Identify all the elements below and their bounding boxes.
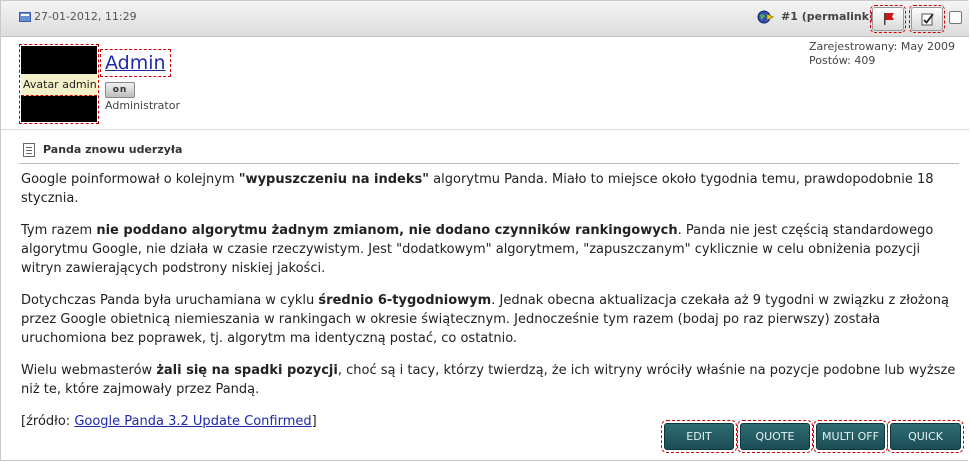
post-header: 27-01-2012, 11:29 #1 (permalink) xyxy=(1,1,969,37)
paragraph-1: Google poinformował o kolejnym "wypuszcz… xyxy=(21,170,961,208)
bold-text: "wypuszczeniu na indeks" xyxy=(238,172,430,187)
paragraph-4: Wielu webmasterów żali się na spadki poz… xyxy=(21,361,961,399)
user-registered: Zarejestrowany: May 2009 xyxy=(809,40,956,53)
post-date: 27-01-2012, 11:29 xyxy=(34,10,137,23)
text: Google poinformował o kolejnym xyxy=(21,172,239,187)
quick-reply-button[interactable]: QUICK xyxy=(887,420,964,453)
report-post-button[interactable] xyxy=(870,5,906,33)
post-number: #1 xyxy=(781,10,798,23)
post-title: Panda znowu uderzyła xyxy=(43,143,183,156)
avatar-alt-text: Avatar admin xyxy=(21,74,97,96)
text: Dotychczas Panda była uruchamiana w cykl… xyxy=(21,293,319,308)
username-link[interactable]: Admin xyxy=(100,49,171,77)
bold-text: nie poddano algorytmu żadnym zmianom, ni… xyxy=(96,223,678,238)
text: [źródło: xyxy=(21,414,75,429)
paragraph-3: Dotychczas Panda była uruchamiana w cykl… xyxy=(21,291,961,348)
post-content: Google poinformował o kolejnym "wypuszcz… xyxy=(21,170,961,444)
permalink-globe-icon xyxy=(757,10,774,24)
forum-post: 27-01-2012, 11:29 #1 (permalink) Avatar … xyxy=(0,0,969,461)
edit-button[interactable]: EDIT xyxy=(661,420,737,453)
user-info: Avatar admin Admin on Administrator Zare… xyxy=(1,38,969,130)
permalink-link[interactable]: #1 (permalink) xyxy=(781,10,874,23)
edit-check-icon xyxy=(921,13,934,26)
online-status-badge: on xyxy=(105,82,135,98)
moderate-post-button[interactable] xyxy=(909,5,945,33)
document-icon xyxy=(23,143,35,157)
user-stats: Zarejestrowany: May 2009 Postów: 409 xyxy=(809,40,969,68)
quote-button[interactable]: QUOTE xyxy=(737,420,813,453)
text: Wielu webmasterów xyxy=(21,363,157,378)
post-title-row: Panda znowu uderzyła xyxy=(19,140,959,164)
select-post-checkbox[interactable] xyxy=(949,11,962,24)
bold-text: żali się na spadki pozycji xyxy=(156,363,338,378)
text: Tym razem xyxy=(21,223,97,238)
permalink-label: (permalink) xyxy=(801,10,875,23)
avatar[interactable]: Avatar admin xyxy=(19,44,99,124)
user-post-count: Postów: 409 xyxy=(809,54,876,67)
paragraph-2: Tym razem nie poddano algorytmu żadnym z… xyxy=(21,221,961,278)
bold-text: średnio 6-tygodniowym xyxy=(318,293,492,308)
source-link[interactable]: Google Panda 3.2 Update Confirmed xyxy=(74,414,311,429)
calendar-icon xyxy=(19,12,31,22)
text: ] xyxy=(311,414,317,429)
user-title: Administrator xyxy=(105,99,180,112)
multi-quote-button[interactable]: MULTI OFF xyxy=(813,420,888,453)
flag-icon xyxy=(884,13,894,25)
